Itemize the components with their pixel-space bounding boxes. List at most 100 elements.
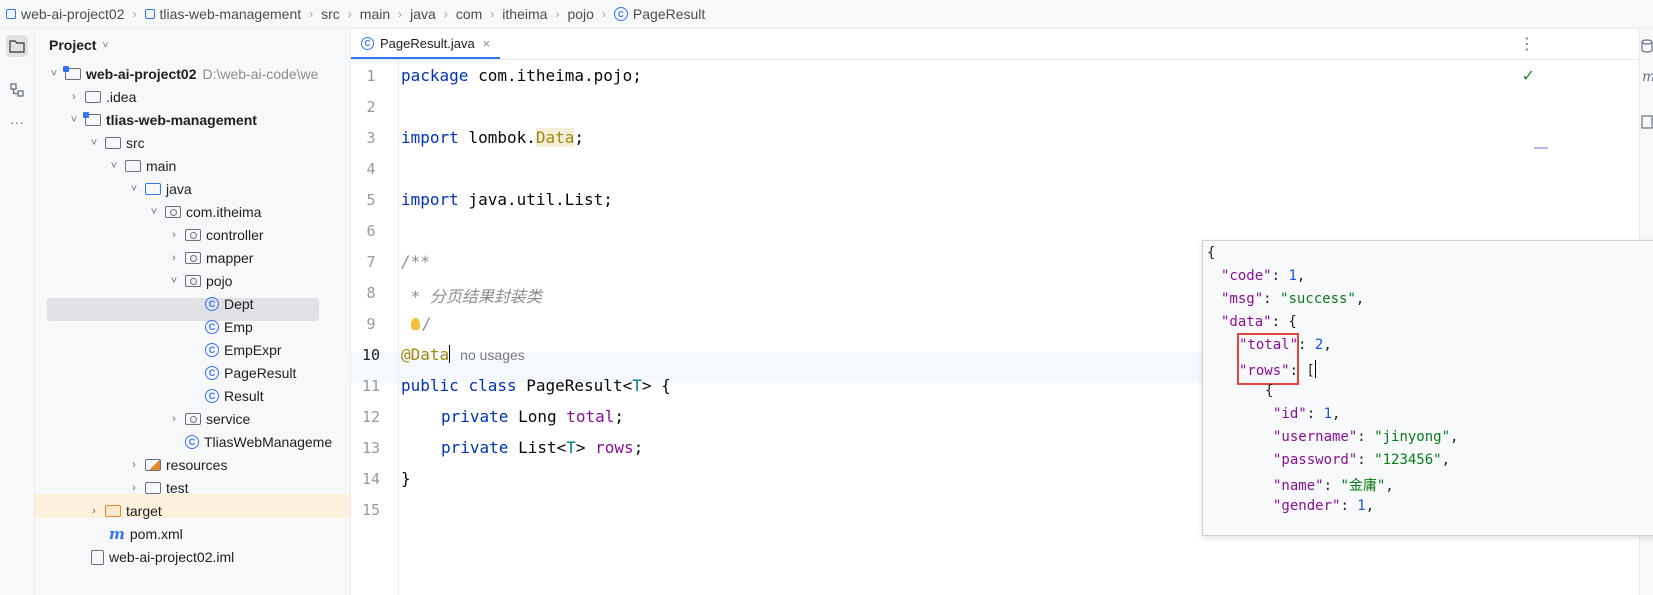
json-line-total: "total": 2, bbox=[1239, 337, 1332, 353]
more-options-icon[interactable]: ⋮ bbox=[1519, 34, 1535, 54]
code-line-1: package com.itheima.pojo; bbox=[401, 66, 642, 85]
chevron-right-icon[interactable]: › bbox=[167, 413, 181, 425]
tree-node-empexpr[interactable]: C EmpExpr bbox=[205, 339, 282, 361]
excluded-folder-icon bbox=[105, 505, 121, 517]
tab-pageresult-java[interactable]: C PageResult.java × bbox=[351, 29, 501, 59]
project-tool-button[interactable] bbox=[6, 35, 28, 57]
line-number: 1 bbox=[366, 67, 376, 85]
chevron-down-icon[interactable]: ˅ bbox=[147, 206, 161, 218]
tree-node-idea[interactable]: › .idea bbox=[67, 86, 136, 108]
tree-node-iml[interactable]: web-ai-project02.iml bbox=[91, 546, 234, 568]
tree-node-service[interactable]: › service bbox=[167, 408, 250, 430]
breadcrumb-item-com[interactable]: com bbox=[450, 6, 488, 22]
tree-node-resources[interactable]: › resources bbox=[127, 454, 227, 476]
tree-node-label: pom.xml bbox=[129, 526, 183, 542]
json-line-id: "id": 1, bbox=[1273, 406, 1341, 422]
code-text: ; bbox=[614, 407, 625, 426]
chevron-right-icon[interactable]: › bbox=[87, 505, 101, 517]
breadcrumb-item-itheima[interactable]: itheima bbox=[496, 6, 553, 22]
tree-node-web-ai-project02[interactable]: ˅ web-ai-project02 D:\web-ai-code\we bbox=[47, 63, 318, 85]
code-line-12: private Long total; bbox=[441, 407, 624, 426]
breadcrumb-label: main bbox=[359, 6, 391, 22]
json-line-rows: "rows": [ bbox=[1239, 360, 1316, 379]
line-number: 14 bbox=[361, 470, 381, 488]
chevron-down-icon[interactable]: ˅ bbox=[67, 114, 81, 126]
module-icon bbox=[63, 66, 81, 80]
breadcrumb-label: web-ai-project02 bbox=[21, 6, 125, 22]
breadcrumb-label: pojo bbox=[567, 6, 594, 22]
tree-node-label: TliasWebManageme bbox=[204, 434, 333, 450]
tree-node-tlias-web-management[interactable]: ˅ tlias-web-management bbox=[67, 109, 257, 131]
chevron-down-icon[interactable]: ˅ bbox=[87, 137, 101, 149]
tree-node-result[interactable]: C Result bbox=[205, 385, 264, 407]
line-number: 12 bbox=[361, 408, 381, 426]
chevron-right-icon[interactable]: › bbox=[167, 229, 181, 241]
breadcrumb-item-module[interactable]: tlias-web-management bbox=[139, 6, 308, 22]
chevron-right-icon[interactable]: › bbox=[67, 91, 81, 103]
tree-node-mapper[interactable]: › mapper bbox=[167, 247, 253, 269]
tree-node-pojo[interactable]: ˅ pojo bbox=[167, 270, 233, 292]
tree-node-label: controller bbox=[206, 227, 264, 243]
json-key: "id" bbox=[1273, 406, 1307, 422]
project-panel-title: Project bbox=[49, 37, 97, 53]
usages-hint[interactable]: no usages bbox=[460, 347, 525, 363]
json-line-username: "username": "jinyong", bbox=[1273, 429, 1459, 445]
tree-node-dept[interactable]: C Dept bbox=[205, 293, 254, 315]
chevron-down-icon[interactable]: ˅ bbox=[127, 183, 141, 195]
breadcrumb-item-pageresult[interactable]: C PageResult bbox=[608, 6, 711, 22]
keyword: import bbox=[401, 190, 459, 209]
line-number: 11 bbox=[361, 377, 381, 395]
tree-node-com-itheima[interactable]: ˅ com.itheima bbox=[147, 201, 262, 223]
breadcrumb-item-src[interactable]: src bbox=[315, 6, 346, 22]
tree-node-java[interactable]: ˅ java bbox=[127, 178, 192, 200]
database-icon[interactable] bbox=[1641, 39, 1653, 53]
project-panel-header[interactable]: Project ˅ bbox=[49, 37, 108, 53]
maven-icon[interactable]: m bbox=[1642, 69, 1653, 85]
line-number-gutter: 1 2 3 4 5 6 7 8 9 10 11 12 13 14 15 bbox=[351, 59, 399, 595]
tree-node-test[interactable]: › test bbox=[127, 477, 189, 499]
notifications-icon[interactable] bbox=[1641, 115, 1653, 129]
chevron-down-icon[interactable]: ˅ bbox=[47, 68, 61, 80]
json-line-password: "password": "123456", bbox=[1273, 452, 1451, 468]
tree-node-tliaswebmanagement[interactable]: C TliasWebManageme bbox=[185, 431, 332, 453]
chevron-right-icon[interactable]: › bbox=[127, 482, 141, 494]
chevron-down-icon: ˅ bbox=[102, 39, 109, 51]
folder-icon bbox=[85, 91, 101, 103]
class-icon: C bbox=[205, 343, 219, 357]
more-tools-button[interactable]: ··· bbox=[6, 111, 28, 133]
inspection-ok-icon[interactable]: ✓ bbox=[1522, 66, 1535, 86]
scroll-marker bbox=[1534, 147, 1548, 149]
tree-node-label: test bbox=[166, 480, 189, 496]
json-value: 1 bbox=[1323, 406, 1333, 422]
breadcrumb-item-project[interactable]: web-ai-project02 bbox=[0, 6, 131, 22]
chevron-down-icon[interactable]: ˅ bbox=[107, 160, 121, 172]
lightbulb-icon[interactable] bbox=[411, 318, 420, 330]
keyword: private bbox=[441, 407, 509, 426]
tree-node-emp[interactable]: C Emp bbox=[205, 316, 253, 338]
tree-node-src[interactable]: ˅ src bbox=[87, 132, 145, 154]
tree-node-target[interactable]: › target bbox=[87, 500, 162, 522]
json-line-gender: "gender": 1, bbox=[1273, 498, 1375, 514]
breadcrumb-item-java[interactable]: java bbox=[404, 6, 442, 22]
breadcrumb-item-main[interactable]: main bbox=[354, 6, 396, 22]
line-number: 9 bbox=[366, 315, 376, 333]
structure-tool-button[interactable] bbox=[6, 79, 28, 101]
tree-node-pageresult[interactable]: C PageResult bbox=[205, 362, 296, 384]
tree-node-controller[interactable]: › controller bbox=[167, 224, 264, 246]
package-icon bbox=[185, 229, 201, 241]
close-icon[interactable]: × bbox=[483, 36, 491, 51]
chevron-right-icon[interactable]: › bbox=[167, 252, 181, 264]
breadcrumb-item-pojo[interactable]: pojo bbox=[561, 6, 599, 22]
left-tool-strip: ··· bbox=[0, 29, 35, 595]
package-icon bbox=[185, 275, 201, 287]
tree-node-label: web-ai-project02.iml bbox=[109, 549, 235, 565]
tree-node-main[interactable]: ˅ main bbox=[107, 155, 177, 177]
package-icon bbox=[185, 252, 201, 264]
chevron-right-icon: › bbox=[398, 7, 403, 21]
tree-node-pom-xml[interactable]: m pom.xml bbox=[109, 523, 183, 545]
chevron-right-icon[interactable]: › bbox=[127, 459, 141, 471]
tree-node-label: Result bbox=[224, 388, 264, 404]
tree-node-label: target bbox=[126, 503, 162, 519]
chevron-down-icon[interactable]: ˅ bbox=[167, 275, 181, 287]
breadcrumb-label: java bbox=[410, 6, 436, 22]
